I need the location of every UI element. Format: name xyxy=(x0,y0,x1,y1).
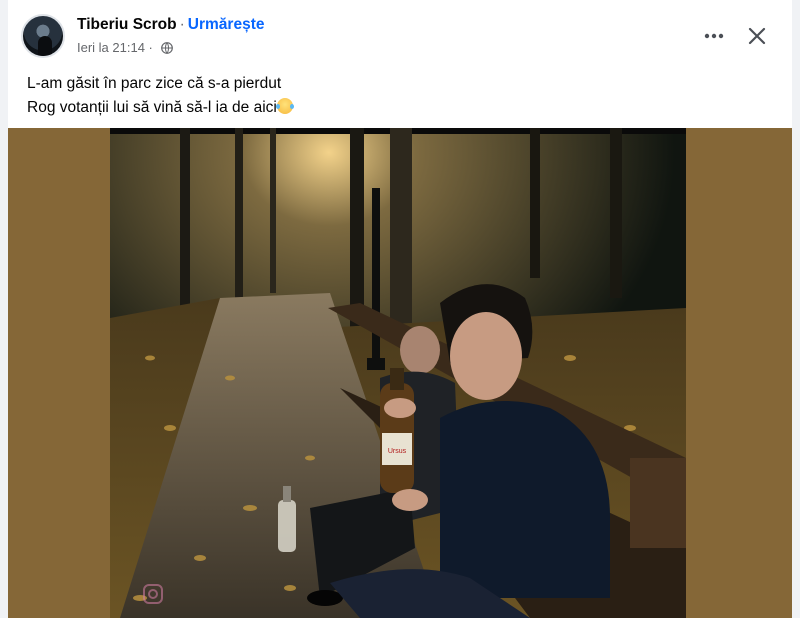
close-icon[interactable] xyxy=(743,22,771,50)
post-media[interactable]: Ursus xyxy=(8,128,792,618)
globe-icon[interactable] xyxy=(160,41,173,54)
author-line: Tiberiu Scrob · Urmărește xyxy=(77,16,264,34)
bottle-label: Ursus xyxy=(388,448,407,455)
laughing-emoji-icon xyxy=(275,98,294,114)
post-timestamp[interactable]: Ieri la 21:14 xyxy=(77,40,145,55)
name-separator: · xyxy=(179,16,185,33)
avatar[interactable] xyxy=(21,14,65,58)
post-meta: Ieri la 21:14 · xyxy=(77,40,173,55)
caption-line: L-am găsit în parc zice că s-a pierdut xyxy=(27,75,282,92)
post-header: Tiberiu Scrob · Urmărește Ieri la 21:14 · xyxy=(8,0,792,62)
follow-button[interactable]: Urmărește xyxy=(188,16,265,33)
avatar-figure xyxy=(38,36,52,56)
author-name[interactable]: Tiberiu Scrob xyxy=(77,16,177,33)
caption-line: Rog votanții lui să vină să-l ia de aici xyxy=(27,96,294,120)
meta-separator: · xyxy=(144,40,157,55)
post-card: Tiberiu Scrob · Urmărește Ieri la 21:14 · xyxy=(8,0,792,618)
post-photo[interactable]: Ursus xyxy=(110,128,686,618)
post-caption: L-am găsit în parc zice că s-a pierdut R… xyxy=(27,72,294,120)
photo-scene: Ursus xyxy=(110,128,686,618)
more-options-icon[interactable] xyxy=(700,22,728,50)
caption-line-text: Rog votanții lui să vină să-l ia de aici xyxy=(27,99,277,116)
